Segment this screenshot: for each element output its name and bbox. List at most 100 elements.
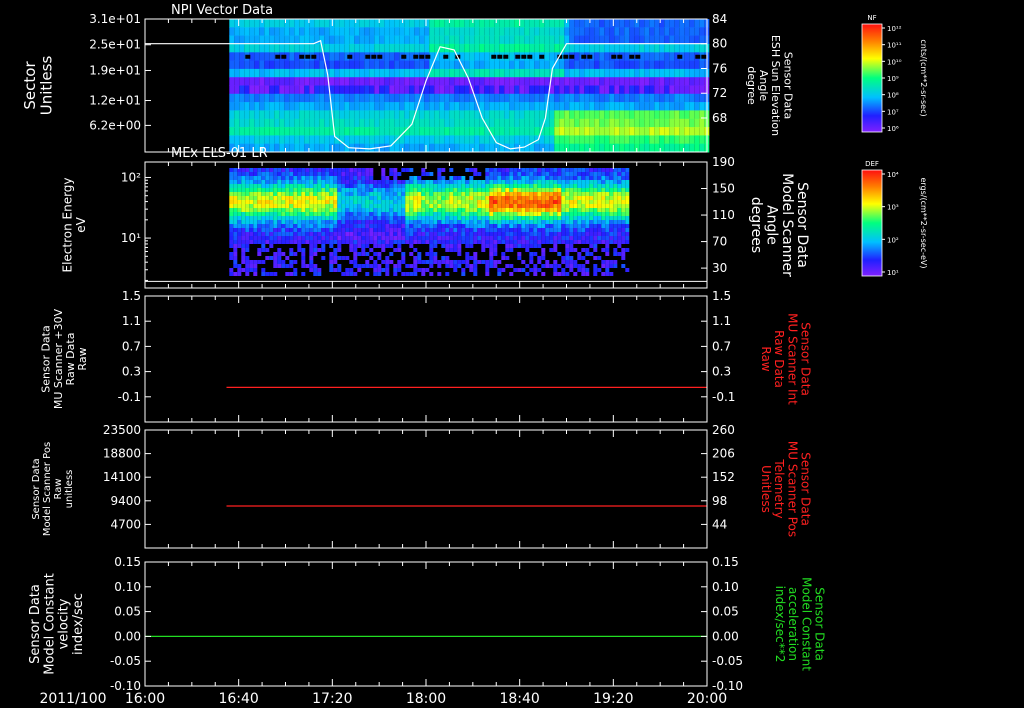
heatmap-cell [241, 268, 246, 272]
heatmap-cell [659, 35, 665, 45]
heatmap-cell [329, 68, 335, 78]
heatmap-cell [334, 143, 340, 153]
heatmap-cell [289, 228, 294, 232]
heatmap-cell [581, 264, 586, 268]
heatmap-cell [285, 176, 290, 180]
heatmap-cell [344, 27, 350, 37]
heatmap-cell [439, 127, 445, 136]
heatmap-cell [477, 188, 482, 192]
heatmap-cell [505, 224, 510, 228]
heatmap-cell [229, 176, 234, 180]
heatmap-cell [325, 192, 330, 196]
heatmap-cell [574, 68, 580, 78]
heatmap-cell [437, 180, 442, 184]
heatmap-cell [389, 118, 395, 128]
heatmap-cell [357, 180, 362, 184]
heatmap-cell [499, 102, 505, 111]
heatmap-cell [229, 188, 234, 192]
heatmap-cell [319, 102, 325, 111]
heatmap-cell [569, 85, 575, 95]
heatmap-cell [394, 110, 400, 120]
heatmap-cell [259, 135, 265, 145]
heatmap-cell [529, 19, 535, 28]
heatmap-cell [589, 85, 595, 95]
heatmap-cell [664, 68, 670, 78]
heatmap-cell [609, 85, 615, 95]
heatmap-cell [264, 52, 270, 62]
heatmap-cell [424, 19, 430, 28]
heatmap-cell [569, 264, 574, 268]
heatmap-cell [313, 184, 318, 188]
heatmap-cell [424, 127, 430, 136]
heatmap-cell [359, 85, 365, 95]
heatmap-cell [389, 196, 394, 200]
heatmap-cell [381, 248, 386, 252]
heatmap-cell [309, 110, 315, 120]
heatmap-cell [419, 77, 425, 86]
heatmap-cell [589, 77, 595, 86]
heatmap-cell [269, 208, 274, 212]
heatmap-cell [513, 184, 518, 188]
heatmap-cell [694, 35, 700, 45]
heatmap-cell [441, 168, 446, 172]
heatmap-cell [313, 244, 318, 248]
heatmap-cell [389, 68, 395, 78]
heatmap-cell [674, 60, 680, 70]
heatmap-cell [517, 180, 522, 184]
heatmap-cell [353, 208, 358, 212]
heatmap-cell [553, 176, 558, 180]
heatmap-cell [349, 260, 354, 264]
heatmap-cell [537, 180, 542, 184]
heatmap-cell [397, 264, 402, 268]
heatmap-cell [399, 60, 405, 70]
heatmap-cell [684, 77, 690, 86]
heatmap-cell [425, 252, 430, 256]
heatmap-cell [545, 188, 550, 192]
heatmap-cell [553, 188, 558, 192]
heatmap-cell [493, 200, 498, 204]
heatmap-cell [619, 110, 625, 120]
heatmap-cell [354, 127, 360, 136]
heatmap-cell [357, 172, 362, 176]
heatmap-cell [565, 272, 570, 276]
heatmap-cell [569, 184, 574, 188]
heatmap-cell [553, 272, 558, 276]
heatmap-cell [565, 188, 570, 192]
heatmap-cell [497, 192, 502, 196]
heatmap-cell [465, 200, 470, 204]
heatmap-cell [249, 200, 254, 204]
heatmap-cell [269, 192, 274, 196]
heatmap-cell [533, 208, 538, 212]
heatmap-cell [585, 180, 590, 184]
heatmap-cell [504, 93, 510, 103]
heatmap-cell [554, 110, 560, 120]
heatmap-cell [365, 240, 370, 244]
heatmap-cell [593, 172, 598, 176]
heatmap-cell [424, 135, 430, 145]
heatmap-cell [261, 172, 266, 176]
heatmap-cell [565, 208, 570, 212]
heatmap-cell [609, 208, 614, 212]
heatmap-cell [513, 220, 518, 224]
heatmap-cell [549, 93, 555, 103]
heatmap-cell [554, 68, 560, 78]
heatmap-cell [249, 224, 254, 228]
heatmap-cell [389, 127, 395, 136]
heatmap-cell [257, 232, 262, 236]
heatmap-cell [301, 224, 306, 228]
heatmap-cell [341, 192, 346, 196]
heatmap-cell [329, 208, 334, 212]
heatmap-cell [313, 232, 318, 236]
heatmap-cell [461, 220, 466, 224]
heatmap-cell [397, 184, 402, 188]
heatmap-cell [369, 188, 374, 192]
heatmap-cell [341, 172, 346, 176]
heatmap-cell [241, 232, 246, 236]
heatmap-cell [269, 35, 275, 45]
heatmap-cell [341, 176, 346, 180]
heatmap-cell [581, 228, 586, 232]
heatmap-cell [253, 224, 258, 228]
heatmap-cell [349, 272, 354, 276]
heatmap-cell [564, 135, 570, 145]
heatmap-cell [569, 220, 574, 224]
